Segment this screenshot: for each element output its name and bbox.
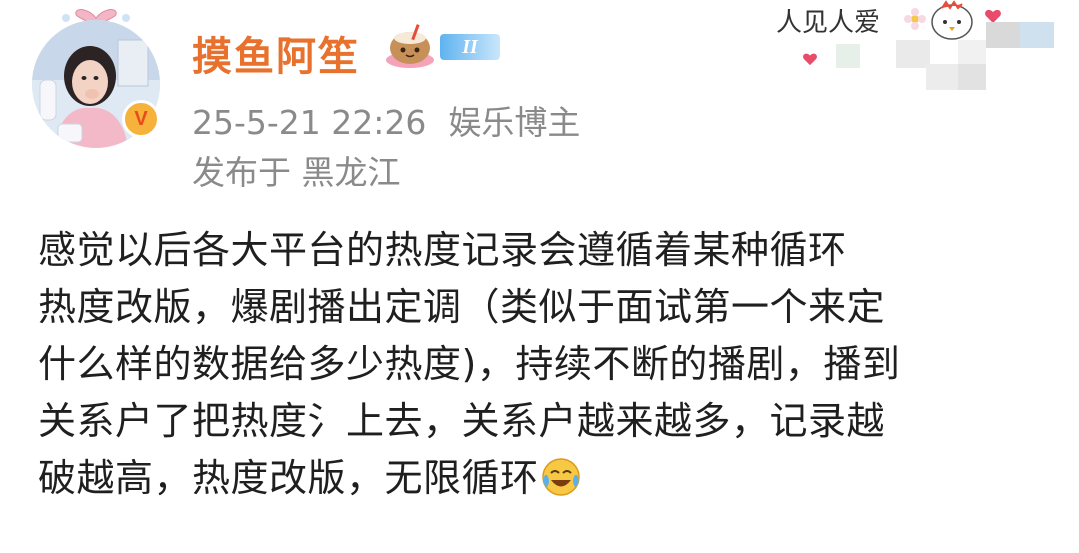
post-line: 热度改版，爆剧播出定调（类似于面试第一个来定	[38, 285, 886, 329]
post-line: 关系户了把热度氵上去，关系户越来越多，记录越	[38, 399, 886, 443]
user-level-badge: II	[440, 34, 500, 60]
mosaic-block	[926, 64, 960, 90]
mosaic-block	[958, 40, 986, 66]
decoration-text: 人见人爱	[776, 8, 881, 38]
post-line-text: 破越高，热度改版，无限循环	[38, 456, 539, 500]
flower-icon	[904, 8, 926, 30]
heart-icon-small	[803, 53, 817, 66]
chick-icon	[931, 0, 973, 40]
mosaic-block	[1020, 22, 1054, 48]
profile-decoration: 人见人爱	[776, 0, 1079, 96]
mosaic-block	[836, 44, 860, 68]
username[interactable]: 摸鱼阿笙	[192, 24, 360, 82]
verified-badge-icon: V	[122, 100, 160, 138]
laugh-cry-icon	[541, 458, 580, 496]
post-meta: 25-5-21 22:26 娱乐博主	[192, 96, 580, 144]
post-timestamp: 25-5-21 22:26	[192, 103, 427, 142]
avatar-container[interactable]: V	[26, 8, 166, 148]
mosaic-block	[958, 64, 986, 90]
mosaic-block	[896, 40, 930, 68]
coconut-drink-icon	[386, 24, 434, 68]
post-content: 感觉以后各大平台的热度记录会遵循着某种循环 热度改版，爆剧播出定调（类似于面试第…	[38, 222, 1048, 507]
user-role-label: 娱乐博主	[448, 103, 581, 142]
post-line: 什么样的数据给多少热度)，持续不断的播剧，播到	[38, 342, 901, 386]
mosaic-block	[986, 22, 1020, 48]
post-line-last: 破越高，热度改版，无限循环	[38, 450, 1048, 507]
weibo-post-card: V 摸鱼阿笙 II 25-5-21 22:26 娱乐博主 发布于 黑龙江 人见人爱	[0, 0, 1079, 553]
post-line: 感觉以后各大平台的热度记录会遵循着某种循环	[38, 228, 847, 272]
post-location: 发布于 黑龙江	[192, 153, 401, 192]
user-badges: II	[384, 24, 500, 72]
